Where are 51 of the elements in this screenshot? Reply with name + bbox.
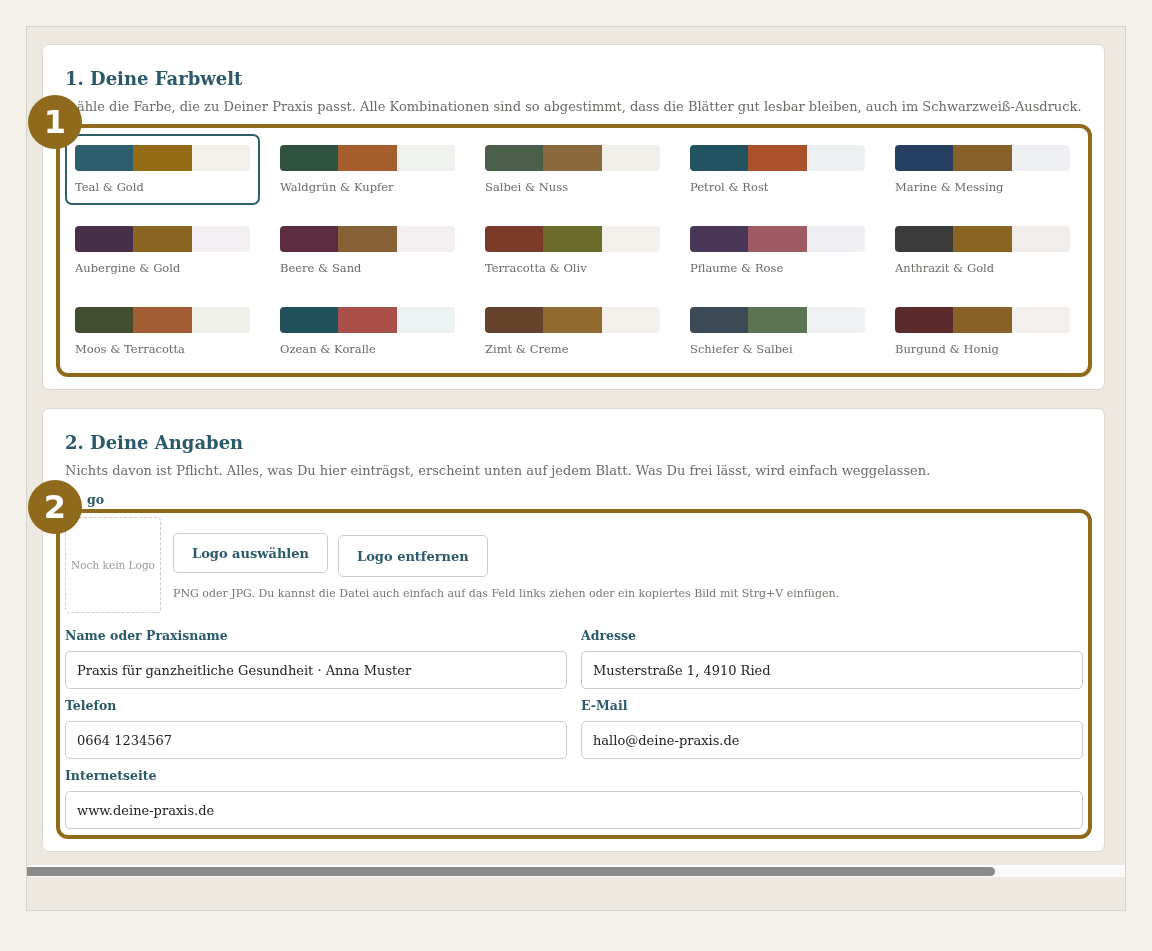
hint-text: PNG oder JPG. Du kannst die Datei auch einfach auf das Feld links ziehen oder ein kopiertes Bild mit Strg+V einfügen.: [173, 587, 840, 600]
field-label: Name oder Praxisname: [65, 627, 229, 645]
number-marker: 2: [28, 480, 82, 534]
palette-name: Aubergine & Gold: [75, 260, 182, 276]
palette-name: Terracotta & Oliv: [485, 260, 588, 276]
palette-option[interactable]: Salbei & Nuss: [475, 134, 670, 205]
palette-name: Anthrazit & Gold: [895, 260, 996, 276]
palette-name: Ozean & Koralle: [280, 341, 377, 357]
field-label: go: [87, 491, 105, 509]
palette-option[interactable]: Terracotta & Oliv: [475, 215, 670, 286]
field-label: Internetseite: [65, 767, 158, 785]
palette-name: Teal & Gold: [75, 179, 145, 195]
scrollbar-thumb[interactable]: [27, 866, 995, 876]
input-field[interactable]: www.deine-praxis.de: [65, 791, 1083, 829]
input-field[interactable]: hallo@deine-praxis.de: [581, 721, 1083, 759]
palette-name: Marine & Messing: [895, 179, 1005, 195]
palette-name: Pflaume & Rose: [690, 260, 785, 276]
field-label: E-Mail: [581, 697, 629, 715]
palette-option[interactable]: Teal & Gold: [65, 134, 260, 205]
palette-option[interactable]: Moos & Terracotta: [65, 296, 260, 367]
logo-drop-area[interactable]: Noch kein Logo: [65, 517, 161, 613]
logo-button[interactable]: Logo auswählen: [173, 533, 329, 573]
palette-name: Schiefer & Salbei: [690, 341, 794, 357]
section-description: Nichts davon ist Pflicht. Alles, was Du hier einträgst, erscheint unten auf jedem Blatt. Was Du frei lässt, wird einfach weggelassen.: [65, 462, 932, 480]
input-field[interactable]: Musterstraße 1, 4910 Ried: [581, 651, 1083, 689]
palette-option[interactable]: Aubergine & Gold: [65, 215, 260, 286]
section-title: 2. Deine Angaben: [65, 431, 245, 455]
palette-option[interactable]: Zimt & Creme: [475, 296, 670, 367]
field-label: Adresse: [581, 627, 637, 645]
input-field[interactable]: 0664 1234567: [65, 721, 567, 759]
field-label: Telefon: [65, 697, 118, 715]
palette-option[interactable]: Petrol & Rost: [680, 134, 875, 205]
palette-name: Zimt & Creme: [485, 341, 570, 357]
palette-name: Salbei & Nuss: [485, 179, 570, 195]
palette-option[interactable]: Pflaume & Rose: [680, 215, 875, 286]
palette-option[interactable]: Beere & Sand: [270, 215, 465, 286]
palette-name: Petrol & Rost: [690, 179, 770, 195]
palette-option[interactable]: Ozean & Koralle: [270, 296, 465, 367]
palette-option[interactable]: Anthrazit & Gold: [885, 215, 1080, 286]
input-field[interactable]: Praxis für ganzheitliche Gesundheit · Anna Muster: [65, 651, 567, 689]
palette-option[interactable]: Marine & Messing: [885, 134, 1080, 205]
section-description: ähle die Farbe, die zu Deiner Praxis passt. Alle Kombinationen sind so abgestimmt, dass die Blätter gut lesbar bleiben, auch im Schwarzweiß-Ausdruck.: [76, 98, 1083, 116]
section-title: 1. Deine Farbwelt: [65, 67, 244, 91]
logo-button[interactable]: Logo entfernen: [338, 535, 488, 577]
palette-name: Waldgrün & Kupfer: [280, 179, 395, 195]
palette-name: Beere & Sand: [280, 260, 363, 276]
palette-option[interactable]: Burgund & Honig: [885, 296, 1080, 367]
palette-option[interactable]: Schiefer & Salbei: [680, 296, 875, 367]
palette-name: Burgund & Honig: [895, 341, 1000, 357]
palette-option[interactable]: Waldgrün & Kupfer: [270, 134, 465, 205]
palette-name: Moos & Terracotta: [75, 341, 186, 357]
